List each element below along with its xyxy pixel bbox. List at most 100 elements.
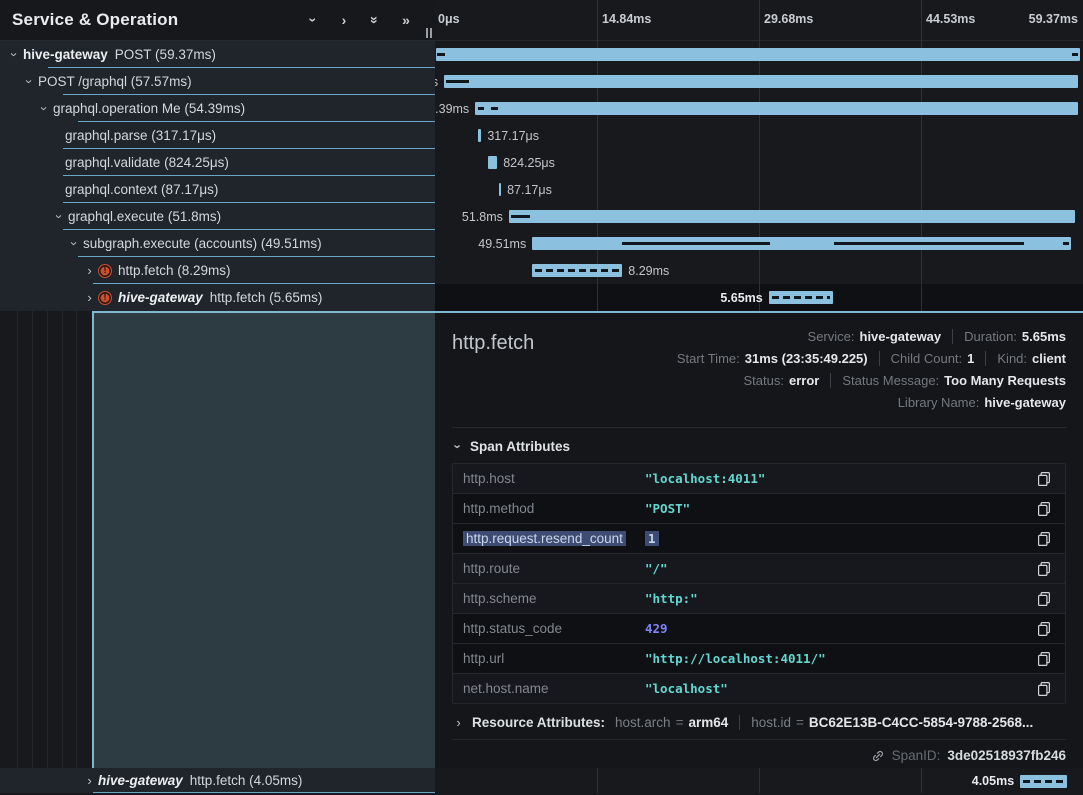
meta-label: Status Message: xyxy=(842,373,939,388)
copy-icon xyxy=(1038,472,1050,486)
child-span-mark xyxy=(437,53,445,56)
meta-label: Kind: xyxy=(997,351,1027,366)
span-tree-row[interactable]: › graphql.execute (51.8ms) xyxy=(0,203,435,230)
span-operation-label: graphql.validate (824.25μs) xyxy=(65,155,229,170)
span-duration-label: 51.8ms xyxy=(462,210,503,224)
span-tree-row[interactable]: › hive-gateway http.fetch (4.05ms) xyxy=(0,768,435,793)
span-row: › ! hive-gateway http.fetch (5.65ms) 5.6… xyxy=(0,284,1083,311)
expander-icon[interactable]: › xyxy=(83,774,96,787)
error-icon: ! xyxy=(98,264,112,278)
expander-icon[interactable]: › xyxy=(38,102,51,115)
expander-icon[interactable]: › xyxy=(8,48,21,61)
expand-all-icon[interactable]: » xyxy=(399,12,413,28)
attribute-row: net.host.name "localhost" xyxy=(453,673,1065,703)
span-duration-bar[interactable] xyxy=(509,210,1075,223)
span-timeline-row[interactable]: 824.25μs xyxy=(435,149,1083,176)
span-duration-bar[interactable] xyxy=(532,264,622,277)
span-row: › graphql.execute (51.8ms) 51.8ms xyxy=(0,203,1083,230)
ruler-tick: 14.84ms xyxy=(602,12,651,26)
attribute-row: http.route "/" xyxy=(453,553,1065,583)
span-duration-bar[interactable] xyxy=(478,129,482,142)
expander-icon[interactable]: › xyxy=(68,237,81,250)
span-tree-row[interactable]: › graphql.parse (317.17μs) xyxy=(0,122,435,149)
span-timeline-row[interactable]: 4.05ms xyxy=(435,768,1083,793)
span-duration-bar[interactable] xyxy=(444,75,1078,88)
span-duration-bar[interactable] xyxy=(1020,775,1067,788)
attribute-value: "http:" xyxy=(645,591,1033,606)
link-icon[interactable] xyxy=(871,749,885,763)
span-tree-row[interactable]: › hive-gateway POST (59.37ms) xyxy=(0,41,435,68)
copy-button[interactable] xyxy=(1033,622,1055,636)
error-icon: ! xyxy=(98,291,112,305)
attribute-key: http.method xyxy=(463,501,645,516)
attribute-key: http.scheme xyxy=(463,591,645,606)
span-duration-bar[interactable] xyxy=(769,291,833,304)
span-timeline-row[interactable]: 5.65ms xyxy=(435,284,1083,311)
span-tree-row[interactable]: › graphql.validate (824.25μs) xyxy=(0,149,435,176)
tree-panel-title: Service & Operation xyxy=(12,10,306,30)
resource-attributes-title: Resource Attributes: xyxy=(472,715,605,730)
span-tree-row[interactable]: › graphql.operation Me (54.39ms) xyxy=(0,95,435,122)
span-tree-row[interactable]: › graphql.context (87.17μs) xyxy=(0,176,435,203)
span-duration-bar[interactable] xyxy=(488,156,497,169)
attribute-key: http.request.resend_count xyxy=(463,531,645,546)
chevron-right-icon: › xyxy=(452,716,465,729)
span-timeline-row[interactable]: 54.39ms xyxy=(435,95,1083,122)
selected-span-band: http.fetch Service: hive-gateway Duratio… xyxy=(0,311,1083,768)
span-meta-item: Library Name: hive-gateway xyxy=(898,395,1066,410)
attribute-key: http.host xyxy=(463,471,645,486)
span-duration-bar[interactable] xyxy=(475,102,1078,115)
span-tree-row[interactable]: › subgraph.execute (accounts) (49.51ms) xyxy=(0,230,435,257)
span-timeline-row[interactable]: 51.8ms xyxy=(435,203,1083,230)
expander-icon[interactable]: › xyxy=(83,291,96,304)
span-timeline-row[interactable]: 57.57ms xyxy=(435,68,1083,95)
expander-icon[interactable]: › xyxy=(83,264,96,277)
copy-button[interactable] xyxy=(1033,472,1055,486)
span-timeline-row[interactable]: 87.17μs xyxy=(435,176,1083,203)
span-duration-bar[interactable] xyxy=(436,48,1079,61)
ruler-tick: 0μs xyxy=(438,12,460,26)
resource-attributes-row[interactable]: › Resource Attributes: host.arch = arm64… xyxy=(452,715,1066,730)
span-duration-label: 87.17μs xyxy=(507,183,552,197)
copy-button[interactable] xyxy=(1033,682,1055,696)
indent-guide xyxy=(17,311,18,768)
copy-button[interactable] xyxy=(1033,592,1055,606)
span-meta-item: Duration: 5.65ms xyxy=(952,329,1066,344)
copy-button[interactable] xyxy=(1033,532,1055,546)
span-detail-header: http.fetch Service: hive-gateway Duratio… xyxy=(452,325,1066,413)
span-tree-row[interactable]: › ! hive-gateway http.fetch (5.65ms) xyxy=(0,284,435,311)
span-timeline-row[interactable]: 59.37ms xyxy=(435,41,1083,68)
copy-button[interactable] xyxy=(1033,652,1055,666)
span-tree-row[interactable]: › POST /graphql (57.57ms) xyxy=(0,68,435,95)
panel-resize-handle[interactable] xyxy=(426,28,432,38)
span-row: › hive-gateway http.fetch (4.05ms) 4.05m… xyxy=(0,768,1083,793)
copy-button[interactable] xyxy=(1033,502,1055,516)
span-meta-item: Service: hive-gateway xyxy=(808,329,942,344)
section-divider xyxy=(452,427,1066,428)
collapse-one-icon[interactable]: › xyxy=(306,12,320,28)
copy-icon xyxy=(1038,622,1050,636)
copy-button[interactable] xyxy=(1033,562,1055,576)
span-duration-label: 57.57ms xyxy=(435,75,438,89)
expand-one-icon[interactable]: › xyxy=(337,12,351,28)
resource-value: BC62E13B-C4CC-5854-9788-2568... xyxy=(809,715,1033,730)
span-duration-label: 5.65ms xyxy=(720,291,762,305)
meta-line: Library Name: hive-gateway xyxy=(677,391,1066,413)
span-tree-row[interactable]: › ! http.fetch (8.29ms) xyxy=(0,257,435,284)
attribute-row: http.url "http://localhost:4011/" xyxy=(453,643,1065,673)
expander-icon[interactable]: › xyxy=(23,75,36,88)
timeline-ruler[interactable]: 0μs14.84ms29.68ms44.53ms59.37ms xyxy=(435,0,1083,40)
copy-icon xyxy=(1038,652,1050,666)
collapse-all-icon[interactable]: » xyxy=(368,12,382,28)
span-timeline-row[interactable]: 49.51ms xyxy=(435,230,1083,257)
span-row: › subgraph.execute (accounts) (49.51ms) … xyxy=(0,230,1083,257)
expander-icon[interactable]: › xyxy=(53,210,66,223)
span-timeline-row[interactable]: 8.29ms xyxy=(435,257,1083,284)
meta-label: Service: xyxy=(808,329,855,344)
meta-value: error xyxy=(789,373,819,388)
span-timeline-row[interactable]: 317.17μs xyxy=(435,122,1083,149)
span-attributes-table: http.host "localhost:4011" http.method "… xyxy=(452,463,1066,704)
span-attributes-header[interactable]: › Span Attributes xyxy=(453,439,1066,454)
span-duration-bar[interactable] xyxy=(499,183,501,196)
meta-value: Too Many Requests xyxy=(944,373,1066,388)
